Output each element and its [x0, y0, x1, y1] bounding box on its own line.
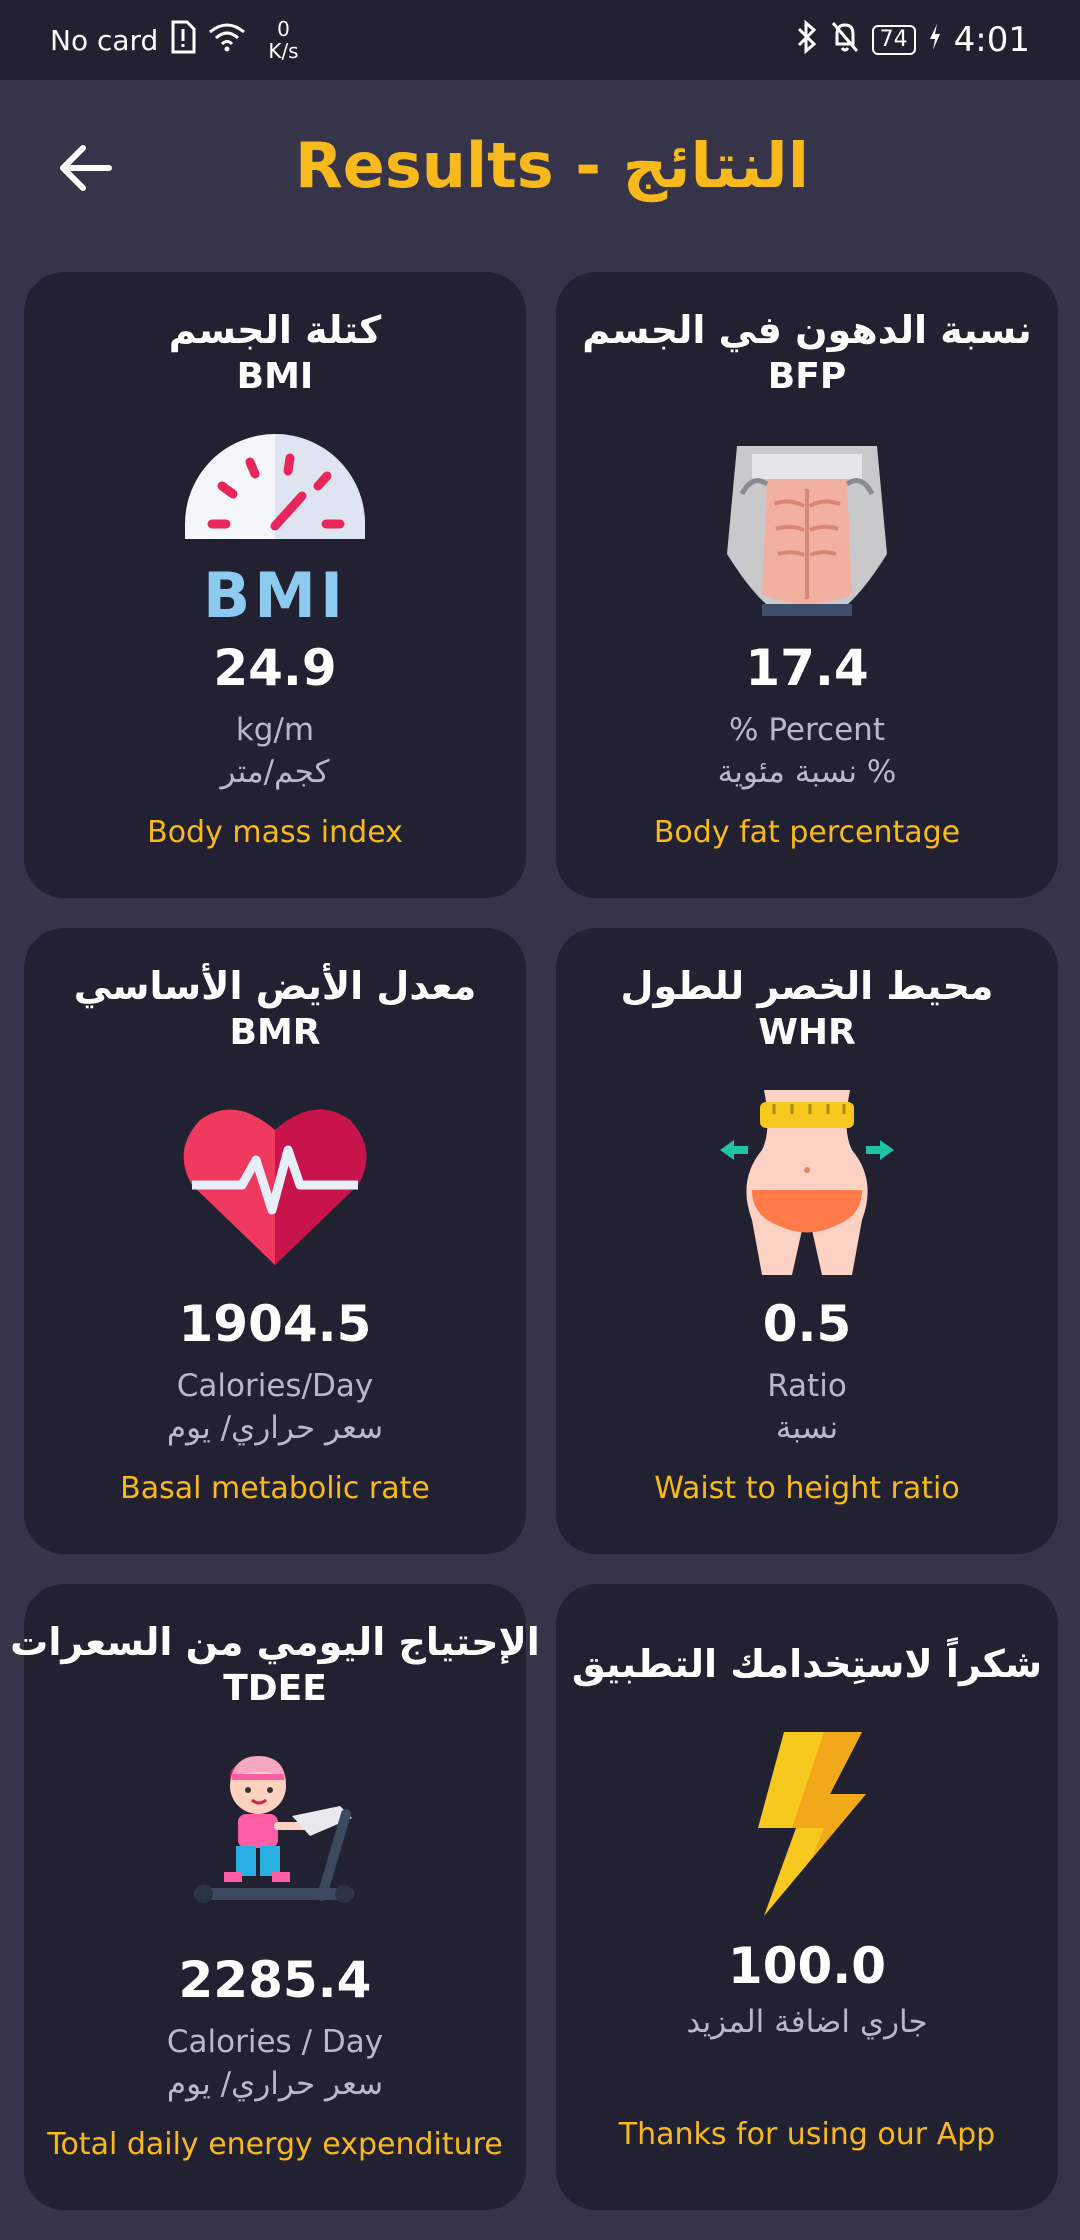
bluetooth-icon — [796, 19, 818, 61]
whr-description: Waist to height ratio — [654, 1471, 960, 1506]
lightning-bolt-icon — [712, 1732, 902, 1922]
no-sim-icon — [170, 20, 196, 61]
bfp-unit: % Percent — [729, 712, 885, 748]
thanks-subtitle: جاري اضافة المزيد — [686, 2004, 928, 2040]
card-title-english: WHR — [758, 1012, 856, 1053]
tdee-card[interactable]: الإحتياج اليومي من السعرات TDEE 2285.4 C… — [10, 1584, 540, 2210]
bmr-card[interactable]: معدل الأيض الأساسي BMR 1904.5 Calories/D… — [24, 928, 526, 1554]
bmi-unit-arabic: كجم/متر — [220, 754, 330, 790]
bmr-unit-arabic: سعر حراري/ يوم — [166, 1410, 384, 1446]
mute-bell-icon — [830, 20, 860, 61]
heartbeat-icon — [180, 1090, 370, 1280]
charging-icon — [928, 23, 942, 58]
bfp-description: Body fat percentage — [653, 815, 961, 850]
page-title: Results - النتائج — [295, 128, 809, 202]
bmi-unit: kg/m — [235, 712, 315, 748]
status-bar-right: 74 4:01 — [796, 19, 1030, 61]
card-title-arabic: محيط الخصر للطول — [620, 964, 994, 1008]
results-grid: كتلة الجسم BMI BMI 24.9 kg/m كجم/متر Bod… — [10, 272, 1058, 2210]
bmi-card[interactable]: كتلة الجسم BMI BMI 24.9 kg/m كجم/متر Bod… — [24, 272, 526, 898]
whr-unit: Ratio — [767, 1368, 847, 1404]
card-title-english: BMR — [229, 1012, 321, 1053]
bmi-value: 24.9 — [213, 639, 337, 697]
tdee-description: Total daily energy expenditure — [47, 2127, 503, 2162]
bfp-value: 17.4 — [745, 639, 869, 697]
card-title-english: BFP — [767, 356, 847, 397]
network-speed: 0 K/s — [268, 18, 298, 62]
speed-value: 0 — [277, 17, 290, 41]
wifi-icon — [208, 22, 246, 59]
tdee-value: 2285.4 — [178, 1951, 372, 2009]
card-title-arabic: معدل الأيض الأساسي — [73, 964, 477, 1008]
whr-unit-arabic: نسبة — [775, 1410, 839, 1446]
thanks-value: 100.0 — [727, 1937, 887, 1995]
status-bar: No card 0 K/s 74 4:01 — [0, 0, 1080, 80]
tdee-unit: Calories / Day — [166, 2024, 384, 2060]
battery-indicator: 74 — [871, 25, 916, 55]
thanks-description: Thanks for using our App — [618, 2117, 996, 2152]
treadmill-girl-icon — [180, 1746, 370, 1936]
whr-card[interactable]: محيط الخصر للطول WHR 0.5 Ratio نسبة Wais… — [556, 928, 1058, 1554]
svg-text:BMI: BMI — [203, 559, 347, 624]
bmi-description: Body mass index — [147, 815, 403, 850]
card-title-arabic: نسبة الدهون في الجسم — [582, 308, 1032, 352]
bmr-value: 1904.5 — [178, 1295, 372, 1353]
speed-unit: K/s — [268, 39, 299, 63]
bmr-unit: Calories/Day — [176, 1368, 374, 1404]
carrier-label: No card — [50, 23, 159, 57]
app-header: Results - النتائج — [0, 80, 1080, 250]
thanks-card[interactable]: شكراً لاستِخدامك التطبيق 100.0 جاري اضاف… — [556, 1584, 1058, 2210]
bmr-description: Basal metabolic rate — [120, 1471, 430, 1506]
card-title-arabic: شكراً لاستِخدامك التطبيق — [571, 1642, 1043, 1686]
bfp-unit-arabic: نسبة مئوية % — [717, 754, 897, 790]
bmi-gauge-icon: BMI — [180, 434, 370, 632]
back-button[interactable] — [50, 135, 120, 205]
whr-value: 0.5 — [762, 1295, 852, 1353]
tdee-unit-arabic: سعر حراري/ يوم — [166, 2066, 384, 2102]
card-title-arabic: كتلة الجسم — [168, 308, 382, 352]
waist-measure-icon — [712, 1090, 902, 1280]
bfp-card[interactable]: نسبة الدهون في الجسم BFP 17.4 % Percent … — [556, 272, 1058, 898]
card-title-arabic: الإحتياج اليومي من السعرات — [10, 1620, 540, 1664]
abdominal-muscles-icon — [712, 434, 902, 624]
card-title-english: TDEE — [223, 1668, 327, 1709]
clock: 4:01 — [953, 20, 1030, 60]
status-bar-left: No card 0 K/s — [50, 18, 299, 62]
arrow-left-icon — [57, 143, 113, 197]
card-title-english: BMI — [236, 356, 314, 397]
